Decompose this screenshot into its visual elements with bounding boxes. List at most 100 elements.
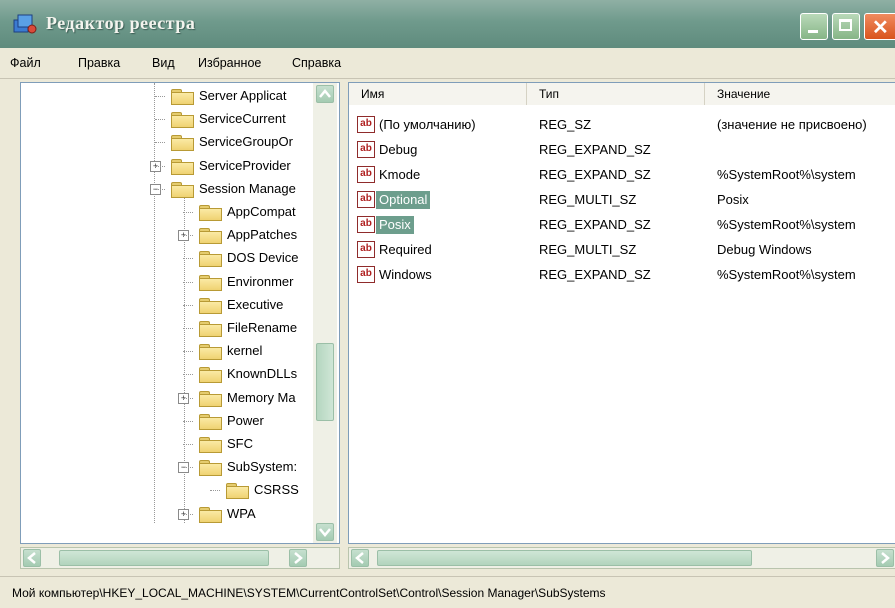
chevron-right-icon xyxy=(881,552,890,564)
menu-favorites[interactable]: Избранное xyxy=(198,56,261,70)
values-list[interactable]: Имя Тип Значение ab (По умолчанию) REG_SZ (… xyxy=(348,82,895,544)
tree-item[interactable]: CSRSS xyxy=(21,479,313,501)
string-value-icon: ab xyxy=(357,191,375,208)
tree-connector xyxy=(155,119,165,121)
scroll-down-button[interactable] xyxy=(316,523,334,541)
tree-item-label: Environmer xyxy=(227,273,294,289)
scroll-up-button[interactable] xyxy=(316,85,334,103)
scroll-thumb[interactable] xyxy=(59,550,269,566)
chevron-left-icon xyxy=(27,552,36,564)
folder-icon xyxy=(199,321,222,337)
folder-icon xyxy=(199,413,222,430)
folder-icon xyxy=(171,112,194,129)
tree-item[interactable]: DOS Device xyxy=(21,247,313,269)
tree-connector xyxy=(183,397,193,399)
value-data: Posix xyxy=(717,192,749,207)
value-name: Required xyxy=(379,242,432,257)
tree-item-label: Executive xyxy=(227,296,284,312)
value-data: %SystemRoot%\system xyxy=(717,217,856,232)
tree-item-label: WPA xyxy=(227,505,256,521)
string-value-icon: ab xyxy=(357,166,375,183)
tree-item-label: ServiceGroupOr xyxy=(199,134,293,150)
tree-item[interactable]: − SubSystem: xyxy=(21,456,313,478)
tree-item[interactable]: + AppPatches xyxy=(21,224,313,246)
tree-item[interactable]: ServiceCurrent xyxy=(21,108,313,130)
tree-item-label: CSRSS xyxy=(254,482,299,498)
tree-item-label: Server Applicat xyxy=(199,88,287,103)
list-item[interactable]: ab Posix REG_EXPAND_SZ %SystemRoot%\system xyxy=(349,213,895,238)
tree-item[interactable]: Environmer xyxy=(21,271,313,293)
chevron-right-icon xyxy=(294,552,303,564)
scroll-right-button[interactable] xyxy=(876,549,894,567)
tree-connector xyxy=(155,188,165,190)
column-header-type[interactable]: Тип xyxy=(527,83,705,105)
tree-connector xyxy=(183,328,193,329)
tree-item[interactable]: Server Applicat xyxy=(21,85,313,107)
list-horizontal-scrollbar[interactable] xyxy=(348,547,895,569)
value-name: (По умолчанию) xyxy=(379,117,476,132)
list-item[interactable]: ab Windows REG_EXPAND_SZ %SystemRoot%\syste… xyxy=(349,263,895,288)
value-name: Windows xyxy=(379,267,432,282)
folder-icon xyxy=(199,297,222,314)
scroll-thumb[interactable] xyxy=(377,550,752,566)
tree-item[interactable]: Power xyxy=(21,410,313,432)
minimize-button[interactable] xyxy=(800,13,828,40)
status-path: Мой компьютер\HKEY_LOCAL_MACHINE\SYSTEM\… xyxy=(12,586,606,600)
tree-connector xyxy=(183,444,193,445)
value-data: (значение не присвоено) xyxy=(717,117,867,132)
folder-icon xyxy=(171,135,194,152)
maximize-button[interactable] xyxy=(832,13,860,40)
value-type: REG_SZ xyxy=(539,117,592,132)
tree-item[interactable]: SFC xyxy=(21,433,313,455)
chevron-left-icon xyxy=(355,552,364,564)
tree-item[interactable]: + ServiceProvider xyxy=(21,155,313,177)
tree-horizontal-scrollbar[interactable] xyxy=(20,547,340,569)
list-item[interactable]: ab (По умолчанию) REG_SZ (значение не присв… xyxy=(349,113,895,138)
tree-item[interactable]: FileRename xyxy=(21,317,313,339)
scroll-left-button[interactable] xyxy=(351,549,369,567)
close-icon: ✕ xyxy=(872,17,889,39)
scroll-right-button[interactable] xyxy=(289,549,307,567)
tree-item-label: AppCompat xyxy=(227,204,296,219)
tree-item[interactable]: Executive xyxy=(21,294,313,316)
status-bar: Мой компьютер\HKEY_LOCAL_MACHINE\SYSTEM\… xyxy=(0,576,895,608)
tree-connector xyxy=(183,467,193,469)
close-button[interactable]: ✕ xyxy=(864,13,895,40)
tree-connector xyxy=(183,258,193,260)
tree-item[interactable]: AppCompat xyxy=(21,201,313,223)
list-item[interactable]: ab Debug REG_EXPAND_SZ xyxy=(349,138,895,163)
tree-item[interactable]: + Memory Ma xyxy=(21,387,313,409)
scroll-thumb[interactable] xyxy=(316,343,334,421)
regedit-app-icon xyxy=(13,14,37,34)
tree-item[interactable]: ServiceGroupOr xyxy=(21,131,313,153)
tree-item-label: Power xyxy=(227,412,264,428)
value-name: Posix xyxy=(376,216,414,234)
menu-edit[interactable]: Правка xyxy=(78,56,120,70)
tree-connector xyxy=(183,513,193,515)
string-value-icon: ab xyxy=(357,216,375,233)
column-header-name[interactable]: Имя xyxy=(349,83,527,105)
value-type: REG_EXPAND_SZ xyxy=(539,167,651,182)
menu-view[interactable]: Вид xyxy=(152,56,175,70)
tree-item[interactable]: KnownDLLs xyxy=(21,363,313,385)
menu-help[interactable]: Справка xyxy=(292,56,341,70)
folder-icon xyxy=(171,158,194,175)
tree-item-label: KnownDLLs xyxy=(227,366,298,382)
chevron-down-icon xyxy=(319,528,331,537)
menu-file[interactable]: Файл xyxy=(10,56,41,70)
list-item[interactable]: ab Kmode REG_EXPAND_SZ %SystemRoot%\system xyxy=(349,163,895,188)
registry-tree[interactable]: Server Applicat ServiceCurrent ServiceGrou… xyxy=(20,82,340,544)
list-item[interactable]: ab Required REG_MULTI_SZ Debug Windows xyxy=(349,238,895,263)
tree-vertical-scrollbar[interactable] xyxy=(313,83,337,543)
tree-item[interactable]: − Session Manage xyxy=(21,178,313,200)
tree-item-label: SubSystem: xyxy=(227,459,298,475)
folder-icon xyxy=(199,367,222,384)
scroll-left-button[interactable] xyxy=(23,549,41,567)
folder-icon xyxy=(226,483,249,500)
list-item[interactable]: ab Optional REG_MULTI_SZ Posix xyxy=(349,188,895,213)
folder-icon xyxy=(199,506,222,523)
column-header-value[interactable]: Значение xyxy=(705,83,895,105)
tree-item[interactable]: + WPA xyxy=(21,503,313,525)
tree-item[interactable]: kernel xyxy=(21,340,313,362)
value-type: REG_MULTI_SZ xyxy=(539,192,637,207)
